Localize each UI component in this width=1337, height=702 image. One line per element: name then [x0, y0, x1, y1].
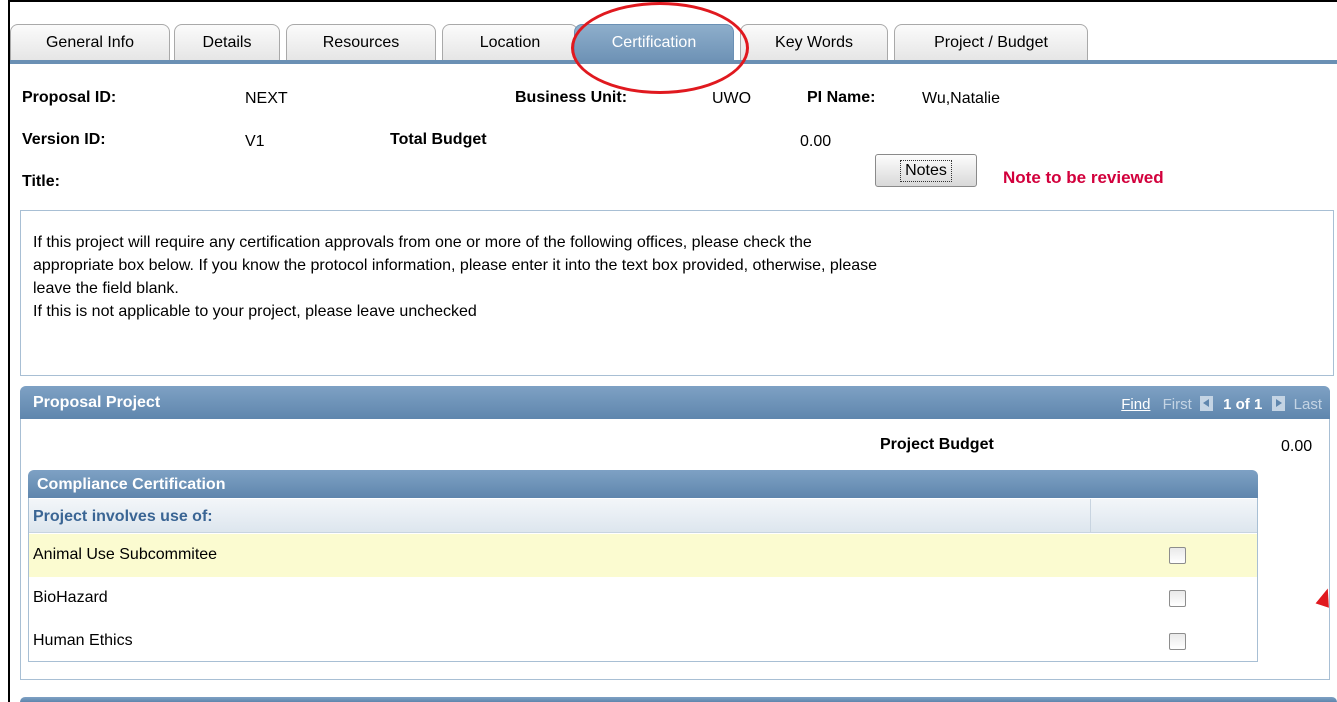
grid-row: Animal Use Subcommitee: [29, 534, 1257, 577]
pi-name-value: Wu,Natalie: [922, 90, 1000, 107]
animal-use-checkbox[interactable]: [1169, 547, 1186, 564]
note-status-text: Note to be reviewed: [1003, 168, 1164, 187]
proposal-id-value: NEXT: [245, 90, 288, 107]
column-header-label: Project involves use of:: [33, 508, 213, 525]
project-budget-label: Project Budget: [880, 436, 994, 453]
title-label: Title:: [22, 173, 60, 190]
total-budget-label: Total Budget: [390, 131, 487, 148]
human-ethics-checkbox[interactable]: [1169, 633, 1186, 650]
first-link: First: [1162, 396, 1192, 413]
tab-resources[interactable]: Resources: [286, 24, 436, 60]
tab-underline: [10, 60, 1337, 64]
row-label-animal-use: Animal Use Subcommitee: [33, 546, 218, 563]
tab-project-budget[interactable]: Project / Budget: [894, 24, 1088, 60]
proposal-id-label: Proposal ID:: [22, 89, 117, 106]
record-navigation: Find First 1 of 1 Last: [1121, 396, 1322, 413]
instructions-line-1: If this project will require any certifi…: [33, 234, 812, 251]
total-budget-value: 0.00: [800, 133, 832, 150]
next-arrow-icon: [1272, 396, 1286, 411]
instructions-box: If this project will require any certifi…: [20, 210, 1334, 376]
version-id-value: V1: [245, 133, 265, 150]
project-budget-value: 0.00: [1281, 438, 1313, 455]
row-label-biohazard: BioHazard: [33, 589, 108, 606]
business-unit-value: UWO: [712, 90, 752, 107]
biohazard-checkbox[interactable]: [1169, 590, 1186, 607]
grid-row: Human Ethics: [29, 620, 1257, 663]
pi-name-label: PI Name:: [807, 89, 876, 106]
proposal-project-title: Proposal Project: [33, 394, 161, 411]
compliance-certification-header: Compliance Certification: [28, 470, 1258, 498]
proposal-project-header: Proposal Project Find First 1 of 1 Last: [20, 386, 1330, 419]
tab-certification[interactable]: Certification: [574, 24, 734, 64]
row-label-human-ethics: Human Ethics: [33, 632, 133, 649]
instructions-line-4: If this is not applicable to your projec…: [33, 303, 477, 320]
tab-bar: General Info Details Resources Location …: [10, 24, 1337, 64]
tab-location[interactable]: Location: [442, 24, 578, 60]
next-section-header: [20, 697, 1337, 702]
grid-row: BioHazard: [29, 577, 1257, 620]
column-separator: [1090, 499, 1091, 533]
frame-left-border: [8, 0, 10, 702]
business-unit-label: Business Unit:: [515, 89, 628, 106]
last-link: Last: [1293, 396, 1322, 413]
version-id-label: Version ID:: [22, 131, 106, 148]
find-link[interactable]: Find: [1121, 396, 1150, 413]
instructions-line-3: leave the field blank.: [33, 280, 179, 297]
tab-details[interactable]: Details: [174, 24, 280, 60]
notes-button[interactable]: Notes: [875, 154, 977, 187]
tab-key-words[interactable]: Key Words: [740, 24, 888, 60]
instructions-line-2: appropriate box below. If you know the p…: [33, 257, 878, 274]
grid-column-header: Project involves use of:: [29, 499, 1257, 533]
record-count: 1 of 1: [1223, 396, 1263, 413]
previous-arrow-icon: [1199, 396, 1213, 411]
frame-top-border: [8, 0, 1337, 2]
tab-general-info[interactable]: General Info: [10, 24, 170, 60]
